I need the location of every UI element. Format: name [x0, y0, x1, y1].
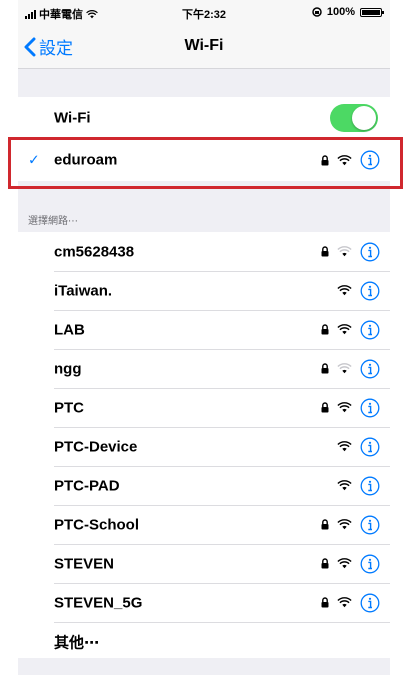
status-bar: 中華電信 下午2:32 100%: [18, 0, 390, 24]
lock-icon: [321, 597, 329, 608]
other-network-label: 其他⋯: [54, 634, 100, 651]
network-name: cm5628438: [54, 243, 135, 260]
wifi-signal-icon: [337, 480, 352, 491]
section-header-label: 選擇網路⋯: [28, 216, 78, 227]
network-name: PTC-PAD: [54, 477, 120, 494]
network-name: PTC-Device: [54, 438, 138, 455]
network-name: ngg: [54, 360, 82, 377]
wifi-signal-icon: [337, 597, 352, 608]
network-name: LAB: [54, 321, 85, 338]
wifi-label: Wi-Fi: [54, 109, 91, 127]
settings-screen: 中華電信 下午2:32 100% 設定 Wi-Fi Wi-Fi ✓ eduroa…: [18, 0, 390, 675]
toggle-knob: [352, 106, 376, 130]
info-icon[interactable]: [360, 359, 380, 379]
network-row[interactable]: PTC: [18, 388, 390, 427]
network-icons: [321, 554, 380, 574]
lock-icon: [321, 519, 329, 530]
rotation-lock-icon: [312, 7, 322, 17]
network-name: STEVEN_5G: [54, 594, 143, 611]
info-icon[interactable]: [360, 515, 380, 535]
info-icon[interactable]: [360, 398, 380, 418]
lock-icon: [321, 402, 329, 413]
lock-icon: [321, 246, 329, 257]
network-icons: [321, 320, 380, 340]
wifi-signal-icon: [337, 558, 352, 569]
network-icons: [337, 476, 380, 496]
other-network-row[interactable]: 其他⋯: [18, 622, 390, 661]
page-title: Wi-Fi: [184, 37, 224, 54]
info-icon[interactable]: [360, 476, 380, 496]
network-icons: [337, 437, 380, 457]
network-icons: [337, 281, 380, 301]
network-name: STEVEN: [54, 555, 115, 572]
wifi-signal-icon: [337, 324, 352, 335]
network-icons: [321, 359, 380, 379]
info-icon[interactable]: [360, 320, 380, 340]
section-header: 選擇網路⋯: [18, 204, 390, 232]
network-row[interactable]: PTC-PAD: [18, 466, 390, 505]
highlight-box: [8, 137, 403, 189]
network-list: cm5628438 iTaiwan. LAB ngg PTC PTC-Device PTC-…: [18, 232, 390, 658]
lock-icon: [321, 558, 329, 569]
wifi-signal-icon: [337, 285, 352, 296]
network-row[interactable]: cm5628438: [18, 232, 390, 271]
network-icons: [321, 242, 380, 262]
network-row[interactable]: iTaiwan.: [18, 271, 390, 310]
status-right: 100%: [312, 6, 384, 18]
network-row[interactable]: STEVEN: [18, 544, 390, 583]
network-row[interactable]: PTC-Device: [18, 427, 390, 466]
wifi-signal-icon: [337, 441, 352, 452]
network-icons: [321, 515, 380, 535]
network-row[interactable]: ngg: [18, 349, 390, 388]
wifi-signal-icon: [337, 519, 352, 530]
network-name: iTaiwan.: [54, 282, 113, 299]
info-icon[interactable]: [360, 554, 380, 574]
nav-bar: 設定 Wi-Fi: [18, 24, 390, 69]
wifi-toggle[interactable]: [330, 104, 378, 132]
network-icons: [321, 593, 380, 613]
wifi-toggle-row: Wi-Fi: [18, 97, 390, 139]
info-icon[interactable]: [360, 281, 380, 301]
info-icon[interactable]: [360, 242, 380, 262]
info-icon[interactable]: [360, 437, 380, 457]
wifi-signal-icon: [337, 246, 352, 257]
network-row[interactable]: LAB: [18, 310, 390, 349]
info-icon[interactable]: [360, 593, 380, 613]
network-name: PTC: [54, 399, 84, 416]
network-name: PTC-School: [54, 516, 139, 533]
wifi-signal-icon: [337, 402, 352, 413]
battery-percent: 100%: [326, 6, 355, 18]
wifi-signal-icon: [337, 363, 352, 374]
battery-icon: [360, 7, 384, 17]
network-row[interactable]: PTC-School: [18, 505, 390, 544]
network-icons: [321, 398, 380, 418]
lock-icon: [321, 324, 329, 335]
lock-icon: [321, 363, 329, 374]
network-row[interactable]: STEVEN_5G: [18, 583, 390, 622]
